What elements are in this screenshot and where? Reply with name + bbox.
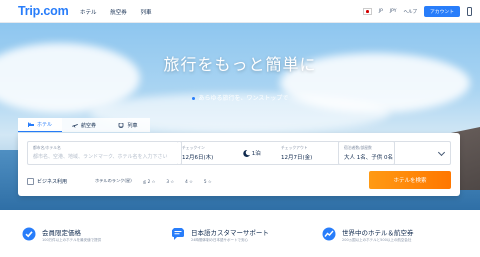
checkout-value[interactable]: 12月7日(金) — [281, 153, 312, 161]
header-right: JP JPY ヘルプ アカウント — [362, 5, 472, 18]
features-row: 会員限定価格 100万件以上のホテルを最安値で提供 日本語カスタマーサポート 2… — [0, 222, 480, 257]
checkin-label: チェックイン — [182, 145, 205, 150]
main-nav: ホテル 航空券 列車 — [80, 8, 164, 16]
hero-subtitle: あらゆる旅行を、ワンストップで — [0, 93, 480, 102]
star-option-2[interactable]: ≦ 2 ☆ — [143, 179, 156, 184]
language-selector[interactable]: JP — [379, 9, 383, 14]
tab-flights[interactable]: 航空券 — [62, 118, 106, 132]
badge-check-icon — [22, 227, 36, 241]
trip-logo[interactable]: Trip.com — [18, 4, 69, 18]
chart-icon — [322, 227, 336, 241]
tab-hotels-label: ホテル — [36, 122, 52, 128]
feature-desc: 200ヵ国以上のホテルと500以上の航空会社 — [342, 238, 412, 242]
mobile-app-icon[interactable] — [467, 7, 472, 16]
top-bar: Trip.com ホテル 航空券 列車 JP JPY ヘルプ アカウント — [0, 0, 480, 23]
feature-desc: 24時間体制の日本語サポートで安心 — [191, 238, 248, 242]
nights-text: 1泊 — [251, 151, 261, 157]
tab-hotels[interactable]: ホテル — [18, 118, 62, 132]
moon-icon — [243, 149, 250, 157]
bed-icon — [27, 122, 34, 127]
checkout-label: チェックアウト — [281, 145, 308, 150]
business-label: ビジネス利用 — [37, 179, 68, 185]
currency-selector[interactable]: JPY — [390, 9, 397, 14]
dot-icon — [191, 97, 195, 100]
star-option-4[interactable]: 4 ☆ — [185, 179, 193, 184]
guests-value[interactable]: 大人 1名、子供 0名 — [344, 153, 393, 161]
train-icon — [119, 122, 124, 128]
help-link[interactable]: ヘルプ — [404, 9, 418, 15]
checkin-value[interactable]: 12月6日(木) — [182, 153, 213, 161]
star-option-5[interactable]: 5 ☆ — [204, 179, 212, 184]
account-button[interactable]: アカウント — [424, 6, 460, 17]
plane-icon — [71, 123, 78, 127]
star-filter: ホテルのランク(星) ≦ 2 ☆ 3 ☆ 4 ☆ 5 ☆ — [95, 178, 223, 184]
search-button[interactable]: ホテルを検索 — [369, 171, 451, 189]
feature-title: 会員限定価格 — [42, 229, 81, 237]
hero-title: 旅行をもっと簡単に — [163, 55, 317, 74]
feature-desc: 100万件以上のホテルを最安値で提供 — [42, 238, 102, 242]
search-tabs: ホテル 航空券 列車 — [18, 118, 150, 132]
checkbox-icon[interactable] — [27, 178, 34, 185]
guests-field[interactable]: 宿泊者数/部屋数 大人 1名、子供 0名 — [338, 141, 451, 165]
search-panel: 都市名/ホテル名 都市名、空港、地域、ランドマーク、ホテル名を入力下さい チェッ… — [18, 133, 460, 196]
star-option-3[interactable]: 3 ☆ — [166, 179, 174, 184]
business-checkbox[interactable]: ビジネス利用 — [27, 178, 67, 185]
tab-trains-label: 列車 — [127, 122, 138, 129]
nav-trains[interactable]: 列車 — [141, 10, 152, 16]
hero-subtitle-text: あらゆる旅行を、ワンストップで — [198, 95, 289, 102]
nav-hotels[interactable]: ホテル — [80, 10, 97, 16]
nav-flights[interactable]: 航空券 — [110, 10, 127, 16]
tab-trains[interactable]: 列車 — [106, 118, 150, 132]
guests-label: 宿泊者数/部屋数 — [344, 145, 372, 150]
destination-input[interactable]: 都市名、空港、地域、ランドマーク、ホテル名を入力下さい — [33, 153, 168, 160]
destination-label: 都市名/ホテル名 — [33, 145, 61, 150]
chat-icon — [172, 228, 184, 240]
nights-count: 1泊 — [243, 149, 261, 157]
feature-title: 世界中のホテル＆航空券 — [342, 229, 414, 237]
destination-field[interactable]: 都市名/ホテル名 都市名、空港、地域、ランドマーク、ホテル名を入力下さい — [27, 141, 182, 165]
star-filter-label: ホテルのランク(星) — [95, 178, 132, 183]
japan-flag-icon[interactable] — [362, 8, 372, 15]
chevron-down-icon[interactable] — [437, 148, 446, 157]
tab-flights-label: 航空券 — [80, 122, 96, 129]
feature-title: 日本語カスタマーサポート — [191, 229, 269, 237]
